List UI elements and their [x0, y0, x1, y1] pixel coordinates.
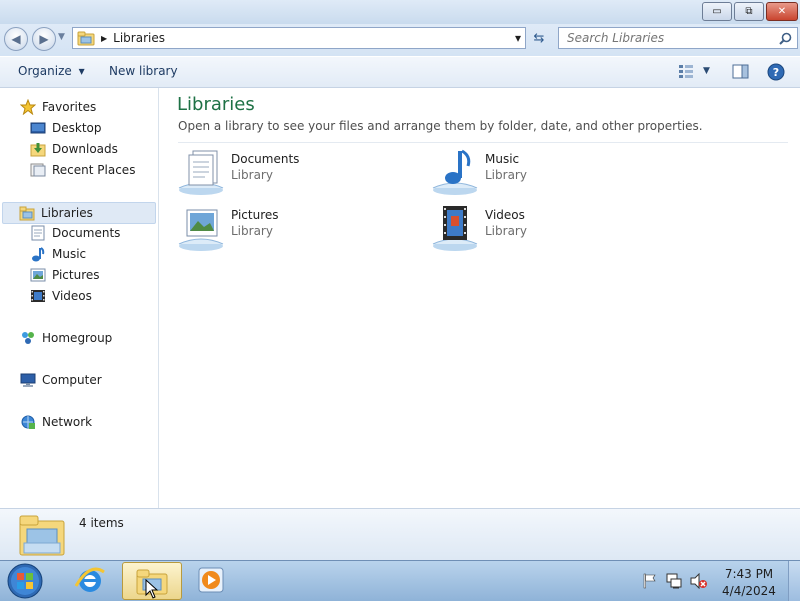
network-icon [20, 414, 36, 430]
taskbar-media-player[interactable] [194, 564, 230, 598]
refresh-button[interactable]: ⇆ [528, 28, 550, 48]
search-icon[interactable] [779, 32, 792, 45]
taskbar-windows-explorer[interactable] [122, 562, 182, 600]
music-library-icon [431, 148, 481, 199]
media-player-icon [194, 564, 230, 598]
window-title-bar: ▭ ⧉ ✕ [0, 0, 800, 24]
show-desktop-button[interactable] [788, 561, 800, 601]
nav-documents[interactable]: Documents [30, 223, 120, 243]
address-bar-row: ◀ ▶ ▼ ▶ Libraries ▾ ⇆ [0, 24, 800, 56]
chevron-down-icon: ▼ [703, 66, 710, 76]
nav-pictures[interactable]: Pictures [30, 265, 100, 285]
navigation-pane: Favorites Desktop Downloads Recent Place… [0, 88, 159, 508]
details-pane: 4 items [0, 508, 800, 561]
action-center-flag-icon[interactable] [642, 573, 658, 592]
forward-button[interactable]: ▶ [32, 27, 56, 51]
clock-date[interactable]: 4/4/2024 [714, 584, 784, 598]
network-status-icon[interactable] [666, 573, 684, 592]
view-options-button[interactable]: ▼ [703, 66, 710, 76]
star-icon [20, 99, 36, 115]
search-input[interactable] [565, 30, 769, 46]
view-list-icon [678, 64, 694, 78]
page-subtitle: Open a library to see your files and arr… [178, 119, 703, 133]
preview-pane-icon [732, 64, 749, 79]
pictures-library-icon [177, 204, 227, 255]
pictures-icon [30, 267, 46, 283]
command-bar: Organize ▾ New library ▼ ? [0, 57, 800, 88]
chevron-down-icon: ▼ [58, 32, 65, 42]
change-view-button[interactable] [678, 64, 694, 78]
nav-music[interactable]: Music [30, 244, 86, 264]
mouse-cursor-icon [145, 578, 159, 602]
windows-logo-icon [6, 562, 44, 600]
taskbar-internet-explorer[interactable] [72, 564, 108, 598]
content-pane: Libraries Open a library to see your fil… [159, 88, 800, 508]
nav-computer[interactable]: Computer [20, 370, 102, 390]
nav-recent-places[interactable]: Recent Places [30, 160, 135, 180]
volume-muted-icon[interactable] [690, 572, 708, 592]
new-library-button[interactable]: New library [109, 64, 178, 78]
address-bar[interactable]: ▶ Libraries ▾ [72, 27, 526, 49]
svg-text:?: ? [773, 66, 779, 79]
chevron-down-icon: ▾ [78, 64, 85, 78]
search-box [558, 27, 798, 49]
library-music[interactable]: Music Library [431, 148, 671, 196]
close-button[interactable]: ✕ [766, 2, 798, 21]
back-arrow-icon: ◀ [11, 32, 21, 46]
maximize-button[interactable]: ⧉ [734, 2, 764, 21]
recent-places-icon [30, 162, 46, 178]
start-button[interactable] [6, 562, 44, 600]
clock-time[interactable]: 7:43 PM [714, 567, 784, 581]
libraries-folder-icon [77, 30, 95, 46]
refresh-icon: ⇆ [533, 30, 545, 46]
back-button[interactable]: ◀ [4, 27, 28, 51]
nav-desktop[interactable]: Desktop [30, 118, 102, 138]
help-button[interactable]: ? [767, 63, 785, 84]
nav-videos[interactable]: Videos [30, 286, 92, 306]
header-divider [178, 142, 788, 143]
nav-libraries[interactable]: Libraries [2, 202, 156, 224]
item-count: 4 items [79, 516, 124, 530]
desktop-icon [30, 120, 46, 136]
organize-button[interactable]: Organize ▾ [18, 64, 85, 78]
internet-explorer-icon [72, 564, 108, 598]
page-title: Libraries [177, 94, 255, 115]
nav-network[interactable]: Network [20, 412, 92, 432]
help-icon: ? [767, 63, 785, 81]
library-pictures[interactable]: Pictures Library [177, 204, 417, 252]
libraries-icon [19, 205, 35, 221]
computer-icon [20, 372, 36, 388]
libraries-large-icon [18, 511, 66, 560]
videos-icon [30, 288, 46, 304]
breadcrumb-libraries[interactable]: Libraries [113, 31, 165, 45]
music-icon [30, 246, 46, 262]
documents-icon [30, 225, 46, 241]
recent-pages-button[interactable]: ▼ [58, 32, 65, 42]
address-dropdown-button[interactable]: ▾ [515, 31, 521, 45]
breadcrumb-separator-icon: ▶ [101, 33, 108, 43]
nav-homegroup[interactable]: Homegroup [20, 328, 112, 348]
library-documents[interactable]: Documents Library [177, 148, 417, 196]
library-videos[interactable]: Videos Library [431, 204, 671, 252]
forward-arrow-icon: ▶ [39, 32, 49, 46]
nav-downloads[interactable]: Downloads [30, 139, 118, 159]
minimize-button[interactable]: ▭ [702, 2, 732, 21]
taskbar: 7:43 PM 4/4/2024 [0, 560, 800, 601]
preview-pane-button[interactable] [732, 64, 749, 82]
videos-library-icon [431, 204, 481, 255]
documents-library-icon [177, 148, 227, 199]
nav-favorites[interactable]: Favorites [20, 97, 96, 117]
downloads-icon [30, 141, 46, 157]
homegroup-icon [20, 330, 36, 346]
